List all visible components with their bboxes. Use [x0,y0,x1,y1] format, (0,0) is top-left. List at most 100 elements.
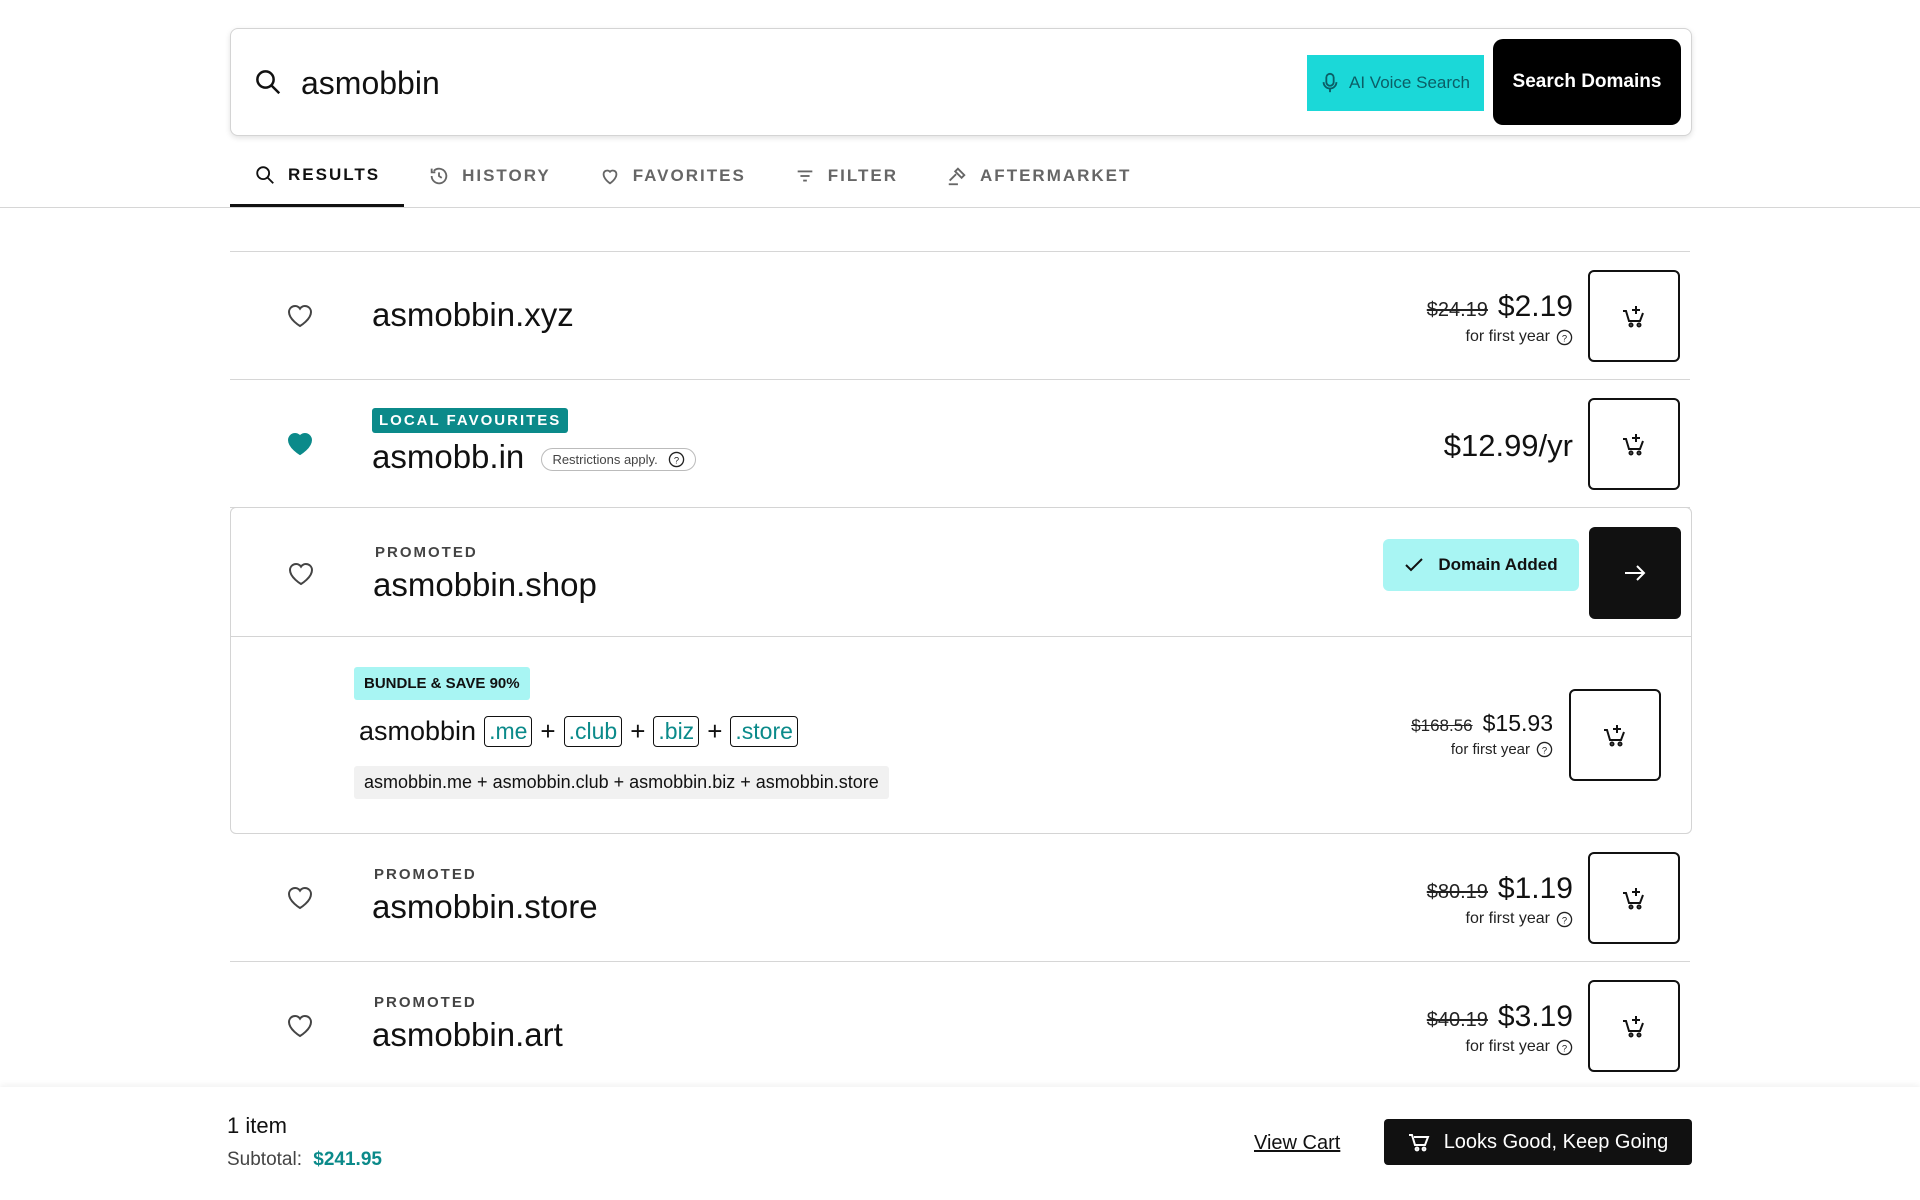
add-bundle-to-cart-button[interactable] [1569,689,1661,781]
promoted-label: PROMOTED [375,544,478,561]
domain-name-wrap: asmobb.in Restrictions apply. ? [372,438,696,476]
heart-outline-icon[interactable] [286,1013,314,1039]
svg-text:?: ? [674,455,679,466]
original-price: $24.19 [1426,299,1488,321]
search-bar: AI Voice Search Search Domains [230,28,1692,136]
sale-price: $1.19 [1497,872,1573,905]
bundle-price-block: $168.56 $15.93 for first year ? [1411,710,1553,758]
promoted-label: PROMOTED [374,866,477,883]
add-to-cart-button[interactable] [1588,980,1680,1072]
tab-label: HISTORY [462,166,551,185]
svg-text:?: ? [1562,915,1567,926]
arrow-right-icon [1625,565,1646,581]
price-term: for first year [1450,741,1530,758]
result-row: PROMOTED asmobbin.store $80.19 $1.19 for… [230,834,1690,962]
voice-search-label: AI Voice Search [1349,73,1470,92]
gavel-icon [948,167,966,186]
sale-price: $2.19 [1497,290,1573,323]
cart-icon [1408,1134,1430,1152]
tab-results[interactable]: RESULTS [230,145,405,207]
filter-icon [797,170,813,182]
tabs-divider [0,207,1920,208]
add-to-cart-button[interactable] [1588,852,1680,944]
bundle-summary: asmobbin .me + .club + .biz + .store [359,716,798,747]
sale-price: $3.19 [1497,1000,1573,1033]
domain-name: asmobbin.shop [373,566,597,603]
microphone-icon [1322,72,1338,93]
domain-search-page: AI Voice Search Search Domains RESULTS H… [0,0,1920,1200]
bundle-base-name: asmobbin [359,716,477,746]
plus-sign: + [540,716,556,746]
bundle-domain-list: asmobbin.me + asmobbin.club + asmobbin.b… [354,766,889,799]
tab-filter[interactable]: FILTER [770,145,922,207]
promoted-result-card: PROMOTED asmobbin.shop Domain Added BUND… [230,507,1692,834]
svg-text:?: ? [1542,745,1547,756]
tab-label: RESULTS [288,164,381,184]
cart-plus-icon [1623,306,1644,328]
heart-filled-icon[interactable] [286,431,314,457]
original-price: $168.56 [1411,716,1473,735]
continue-arrow-button[interactable] [1589,527,1681,619]
heart-icon [602,169,618,185]
help-icon[interactable]: ? [1556,1039,1573,1056]
result-row: PROMOTED asmobbin.art $40.19 $3.19 for f… [230,962,1690,1090]
heart-outline-icon[interactable] [286,885,314,911]
result-row: LOCAL FAVOURITES asmobb.in Restrictions … [230,380,1690,508]
domain-added-status: Domain Added [1383,539,1579,591]
keep-going-button[interactable]: Looks Good, Keep Going [1384,1119,1692,1165]
cart-plus-icon [1623,1016,1644,1038]
view-cart-link[interactable]: View Cart [1254,1132,1340,1155]
help-icon[interactable]: ? [1556,911,1573,928]
annual-price: $12.99/yr [1443,428,1573,463]
tld-chip: .me [484,716,533,747]
history-icon [430,167,448,185]
plus-sign: + [630,716,646,746]
cart-plus-icon [1623,434,1644,456]
result-row: asmobbin.xyz $24.19 $2.19 for first year… [230,252,1690,380]
cart-footer: 1 item Subtotal: $241.95 View Cart Looks… [0,1087,1920,1200]
original-price: $40.19 [1426,1009,1488,1031]
tld-chip: .biz [653,716,700,747]
promoted-label: PROMOTED [374,994,477,1011]
search-input[interactable] [301,53,1201,113]
heart-outline-icon[interactable] [286,303,314,329]
add-to-cart-button[interactable] [1588,398,1680,490]
cart-plus-icon [1623,888,1644,910]
original-price: $80.19 [1426,881,1488,903]
domain-added-label: Domain Added [1438,555,1558,574]
cart-plus-icon [1604,725,1625,747]
subtotal-label: Subtotal: [227,1149,302,1170]
tab-label: FILTER [827,166,899,185]
price-term: for first year [1465,1038,1550,1055]
tld-chip: .club [563,716,623,747]
domain-name: asmobb.in [372,438,525,475]
results-tabs: RESULTS HISTORY FAVORITES FILTER AFTERMA… [230,145,1155,207]
domain-name: asmobbin.store [372,888,598,925]
tab-aftermarket[interactable]: AFTERMARKET [922,145,1155,207]
svg-text:?: ? [1562,333,1567,344]
price-block: $40.19 $3.19 for first year ? [1427,1000,1573,1056]
domain-name: asmobbin.art [372,1016,563,1053]
card-divider [231,636,1691,637]
help-icon: ? [668,451,684,468]
keep-going-label: Looks Good, Keep Going [1443,1130,1669,1153]
help-icon[interactable]: ? [1536,741,1553,758]
restrictions-pill[interactable]: Restrictions apply. ? [541,447,696,471]
subtotal: Subtotal: $241.95 [227,1149,382,1171]
help-icon[interactable]: ? [1556,329,1573,346]
ai-voice-search-button[interactable]: AI Voice Search [1307,55,1484,111]
domain-name: asmobbin.xyz [372,296,574,333]
heart-outline-icon[interactable] [287,561,315,587]
plus-sign: + [707,716,723,746]
search-domains-button[interactable]: Search Domains [1493,39,1681,125]
add-to-cart-button[interactable] [1588,270,1680,362]
subtotal-amount: $241.95 [313,1149,382,1170]
local-favourites-badge: LOCAL FAVOURITES [372,408,569,433]
price-block: $80.19 $1.19 for first year ? [1427,872,1573,928]
search-icon [256,70,281,95]
tab-favorites[interactable]: FAVORITES [575,145,770,207]
check-icon [1405,558,1424,572]
price-term: for first year [1465,910,1550,927]
tab-history[interactable]: HISTORY [404,145,575,207]
restrictions-label: Restrictions apply. [552,451,658,467]
